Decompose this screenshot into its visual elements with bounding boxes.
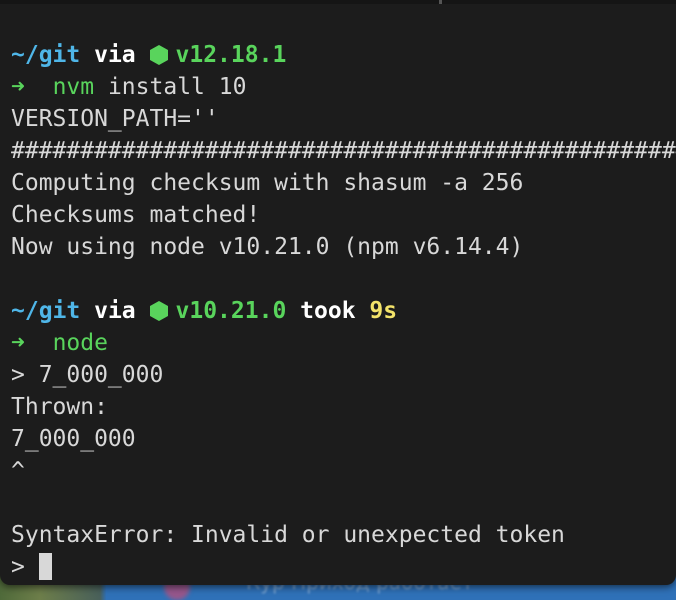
repl-line: ^ — [11, 458, 25, 484]
nodejs-hexagon-icon — [149, 301, 168, 321]
output-progress-bar: ########################################… — [11, 138, 676, 164]
output-line: Now using node v10.21.0 (npm v6.14.4) — [11, 234, 524, 260]
prompt-line: ~/git via v10.21.0 took 9s — [11, 295, 676, 327]
terminal-top-edge — [0, 0, 676, 4]
repl-prompt: > — [11, 554, 39, 580]
prompt-took: took — [300, 298, 356, 324]
prompt-duration: 9s — [369, 298, 398, 324]
prompt-arrow-icon: ➜ — [11, 74, 25, 100]
prompt-arrow-icon: ➜ — [11, 330, 25, 356]
repl-error-line: SyntaxError: Invalid or unexpected token — [11, 522, 565, 548]
prompt-directory: ~/git — [11, 298, 81, 324]
prompt-via: via — [94, 298, 136, 324]
repl-line — [11, 487, 676, 519]
repl-line: 7_000_000 — [11, 426, 136, 452]
prompt-node-version: v12.18.1 — [175, 42, 287, 68]
output-line: VERSION_PATH='' — [11, 106, 219, 132]
prompt-via: via — [94, 42, 136, 68]
repl-line: Thrown: — [11, 394, 108, 420]
terminal-output: ~/git via v12.18.1 ➜ nvm install 10 VERS… — [11, 39, 676, 583]
nodejs-hexagon-icon — [149, 45, 168, 65]
terminal-top-mark — [439, 0, 442, 4]
repl-line: > 7_000_000 — [11, 362, 164, 388]
output-line: Computing checksum with shasum -a 256 — [11, 170, 524, 196]
terminal-window[interactable]: ~/git via v12.18.1 ➜ nvm install 10 VERS… — [0, 0, 676, 585]
prompt-directory: ~/git — [11, 42, 81, 68]
repl-input-line[interactable]: > — [11, 551, 676, 583]
command-line: ➜ nvm install 10 — [11, 71, 676, 103]
prompt-line: ~/git via v12.18.1 — [11, 39, 676, 71]
prompt-node-version: v10.21.0 — [175, 298, 287, 324]
command-line: ➜ node — [11, 327, 676, 359]
text-cursor — [38, 553, 52, 580]
command-args: install 10 — [94, 74, 247, 100]
output-line: Checksums matched! — [11, 202, 261, 228]
command-name: nvm — [52, 74, 95, 100]
command-name: node — [52, 330, 108, 356]
